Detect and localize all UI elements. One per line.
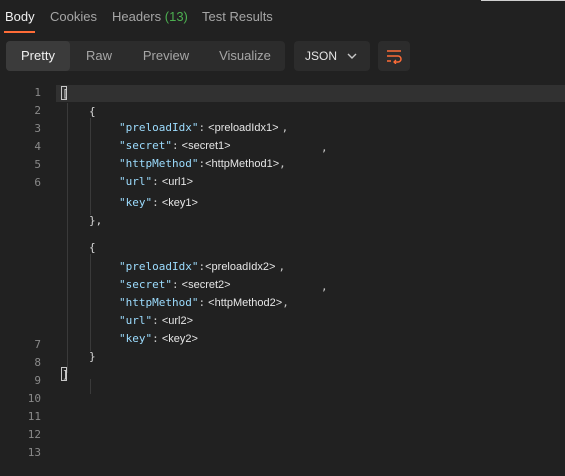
json-colon: : xyxy=(171,139,179,152)
json-value: <key2> xyxy=(161,333,198,345)
json-key: "key" xyxy=(119,332,153,345)
line-number: 12 xyxy=(27,428,41,441)
response-editor[interactable]: 1 2 3 4 5 6 7 8 9 10 11 12 13 [ { "prelo… xyxy=(0,82,565,476)
json-line: "url": <url2> xyxy=(119,313,193,329)
active-tab-indicator xyxy=(4,31,35,33)
json-colon: : xyxy=(152,196,159,209)
json-key: "preloadIdx" xyxy=(119,260,199,273)
view-visualize-button[interactable]: Visualize xyxy=(209,41,281,71)
line-number: 13 xyxy=(27,446,41,459)
view-pretty-button[interactable]: Pretty xyxy=(6,41,70,71)
json-comma: , xyxy=(281,121,289,134)
json-value: <key1> xyxy=(161,197,198,209)
tab-cookies[interactable]: Cookies xyxy=(50,9,97,24)
json-line: "key": <key1> xyxy=(119,195,198,211)
format-select-value: JSON xyxy=(305,49,338,63)
line-number: 2 xyxy=(34,104,41,117)
json-key: "httpMethod" xyxy=(119,157,199,170)
wrap-lines-button[interactable] xyxy=(378,41,410,71)
line-number: 1 xyxy=(34,86,41,99)
line-number-gutter: 1 2 3 4 5 6 7 8 9 10 11 12 13 xyxy=(0,82,48,476)
json-open-brace: { xyxy=(89,241,96,254)
json-value: <secret2> xyxy=(181,279,231,291)
line-number: 8 xyxy=(34,356,41,369)
wrap-lines-icon xyxy=(387,50,402,64)
json-line: "url": <url1> xyxy=(119,174,193,190)
view-preview-button[interactable]: Preview xyxy=(130,41,202,71)
json-comma: , xyxy=(321,280,328,293)
json-value: <preloadIdx1> xyxy=(208,122,279,134)
line-number: 7 xyxy=(34,338,41,351)
line-number: 3 xyxy=(34,122,41,135)
tab-headers-label: Headers xyxy=(112,9,162,24)
json-line: "key": <key2> xyxy=(119,331,198,347)
line-number: 11 xyxy=(27,410,41,423)
json-colon: : xyxy=(198,296,206,309)
json-key: "url" xyxy=(119,314,153,327)
json-value: <httpMethod2> xyxy=(208,297,283,309)
json-key: "key" xyxy=(119,196,153,209)
line-number: 9 xyxy=(34,374,41,387)
json-value: <httpMethod1> xyxy=(205,158,280,170)
line-number: 10 xyxy=(27,392,41,405)
indent-guide xyxy=(67,103,68,373)
indent-guide xyxy=(90,254,91,351)
view-raw-button[interactable]: Raw xyxy=(74,41,124,71)
json-close-bracket: ] xyxy=(62,368,69,381)
line-number: 6 xyxy=(34,176,41,189)
json-close-brace: }, xyxy=(89,214,103,227)
json-comma: , xyxy=(279,157,286,170)
headers-count: (13) xyxy=(164,9,188,24)
json-line: "preloadIdx":<preloadIdx2> , xyxy=(119,259,285,275)
json-comma: , xyxy=(282,296,289,309)
line-number: 5 xyxy=(34,158,41,171)
json-value: <url2> xyxy=(161,315,194,327)
line-number: 4 xyxy=(34,140,41,153)
json-key: "httpMethod" xyxy=(119,296,199,309)
json-colon: : xyxy=(198,121,206,134)
json-value: <preloadIdx2> xyxy=(205,261,276,273)
tab-test-results[interactable]: Test Results xyxy=(202,9,273,24)
json-colon: : xyxy=(152,314,159,327)
json-colon: : xyxy=(152,175,159,188)
chevron-down-icon xyxy=(347,53,357,59)
json-open-brace: { xyxy=(89,105,96,118)
view-mode-switcher: Pretty Raw Preview Visualize xyxy=(6,41,285,71)
active-line-highlight xyxy=(56,85,565,102)
format-select[interactable]: JSON xyxy=(294,41,370,71)
json-line: "httpMethod":<httpMethod1>, xyxy=(119,156,286,172)
json-comma: , xyxy=(278,260,286,273)
json-value: <url1> xyxy=(161,176,194,188)
json-key: "url" xyxy=(119,175,153,188)
indent-guide xyxy=(90,118,91,215)
json-line: "secret": <secret2> xyxy=(119,277,231,293)
json-line: "httpMethod": <httpMethod2>, xyxy=(119,295,289,311)
json-open-bracket: [ xyxy=(62,87,69,100)
json-colon: : xyxy=(171,278,179,291)
json-colon: : xyxy=(152,332,159,345)
json-close-brace: } xyxy=(89,350,96,363)
json-key: "preloadIdx" xyxy=(119,121,199,134)
json-line: "preloadIdx": <preloadIdx1> , xyxy=(119,120,288,136)
json-key: "secret" xyxy=(119,278,172,291)
json-key: "secret" xyxy=(119,139,172,152)
tab-headers[interactable]: Headers (13) xyxy=(112,9,188,24)
indent-guide xyxy=(90,379,91,394)
json-value: <secret1> xyxy=(181,140,231,152)
json-line: "secret": <secret1> xyxy=(119,138,231,154)
json-comma: , xyxy=(321,141,328,154)
response-tabs: Body Cookies Headers (13) Test Results xyxy=(0,0,565,34)
tab-body[interactable]: Body xyxy=(5,9,35,24)
